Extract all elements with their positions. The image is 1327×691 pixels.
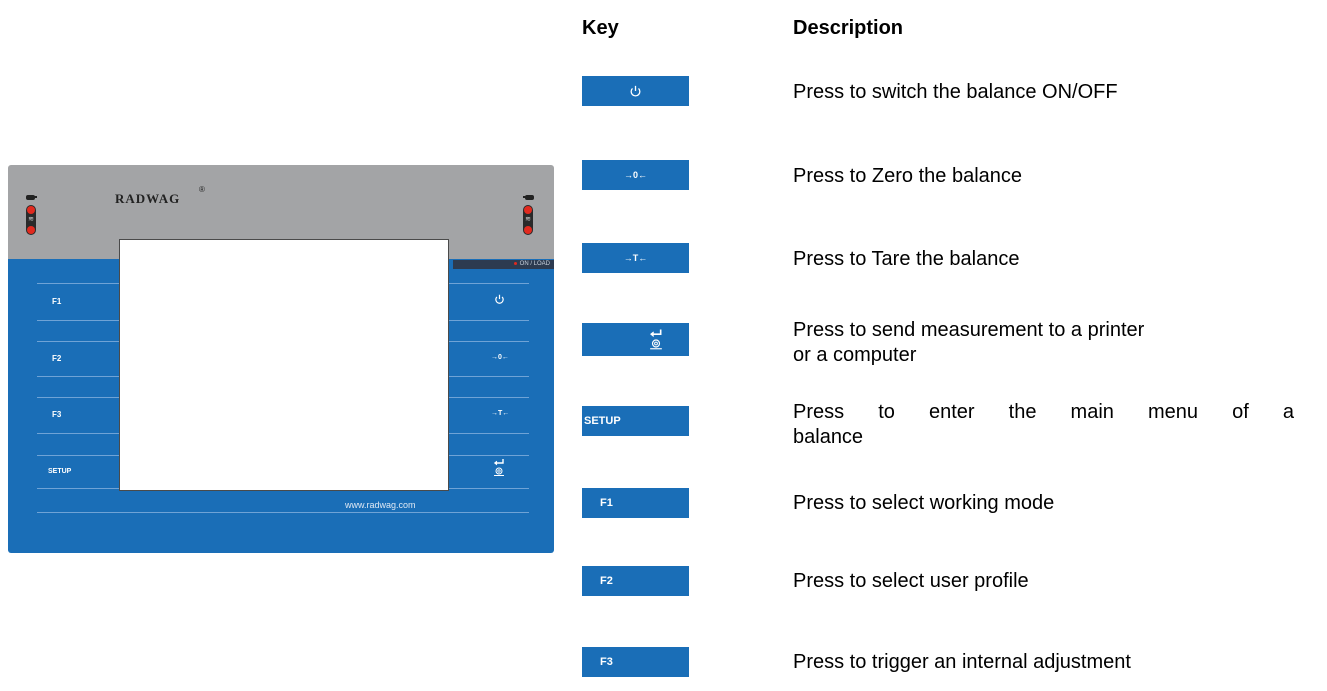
- description-column-header: Description: [793, 17, 904, 39]
- panel-f3-key[interactable]: F3: [52, 410, 61, 419]
- tare-key-description: Press to Tare the balance: [793, 248, 1020, 270]
- on-load-indicator: ON / LOAD: [453, 260, 554, 269]
- print-key: [582, 323, 689, 356]
- print-enter-icon: [649, 329, 662, 349]
- f2-key: F2: [582, 566, 689, 596]
- f2-key-description: Press to select user profile: [793, 570, 1029, 592]
- f3-key-description: Press to trigger an internal adjustment: [793, 651, 1131, 673]
- panel-print-icon[interactable]: [493, 458, 505, 478]
- panel-f1-key[interactable]: F1: [52, 297, 61, 306]
- power-icon: [630, 85, 641, 97]
- tare-key: →T←: [582, 243, 689, 273]
- setup-key: SETUP: [582, 406, 689, 436]
- print-key-description: Press to send measurement to a printer o…: [793, 319, 1145, 366]
- radwag-logo: RADWAG: [115, 191, 181, 206]
- f1-key: F1: [582, 488, 689, 518]
- panel-zero-key[interactable]: →0←: [491, 354, 509, 361]
- panel-setup-key[interactable]: SETUP: [48, 468, 71, 475]
- f3-key: F3: [582, 647, 689, 677]
- balance-panel: ≋ RADWAG ® ≋ ON / LOAD F1 F2 F3 SETUP →0…: [8, 165, 554, 553]
- registered-mark: ®: [199, 185, 205, 194]
- hand-icon: [26, 195, 37, 200]
- zero-key: →0←: [582, 160, 689, 190]
- hand-icon: [523, 195, 534, 200]
- panel-f2-key[interactable]: F2: [52, 354, 61, 363]
- zero-key-description: Press to Zero the balance: [793, 165, 1023, 187]
- power-key: [582, 76, 689, 106]
- website-label: www.radwag.com: [345, 500, 416, 510]
- f1-key-description: Press to select working mode: [793, 492, 1055, 514]
- key-column-header: Key: [582, 17, 619, 39]
- panel-power-icon[interactable]: [494, 294, 505, 305]
- power-key-description: Press to switch the balance ON/OFF: [793, 81, 1118, 103]
- setup-key-description: Press to enter the main menu of a balanc…: [793, 401, 1294, 448]
- display-screen: [119, 239, 449, 491]
- panel-tare-key[interactable]: →T←: [491, 410, 509, 417]
